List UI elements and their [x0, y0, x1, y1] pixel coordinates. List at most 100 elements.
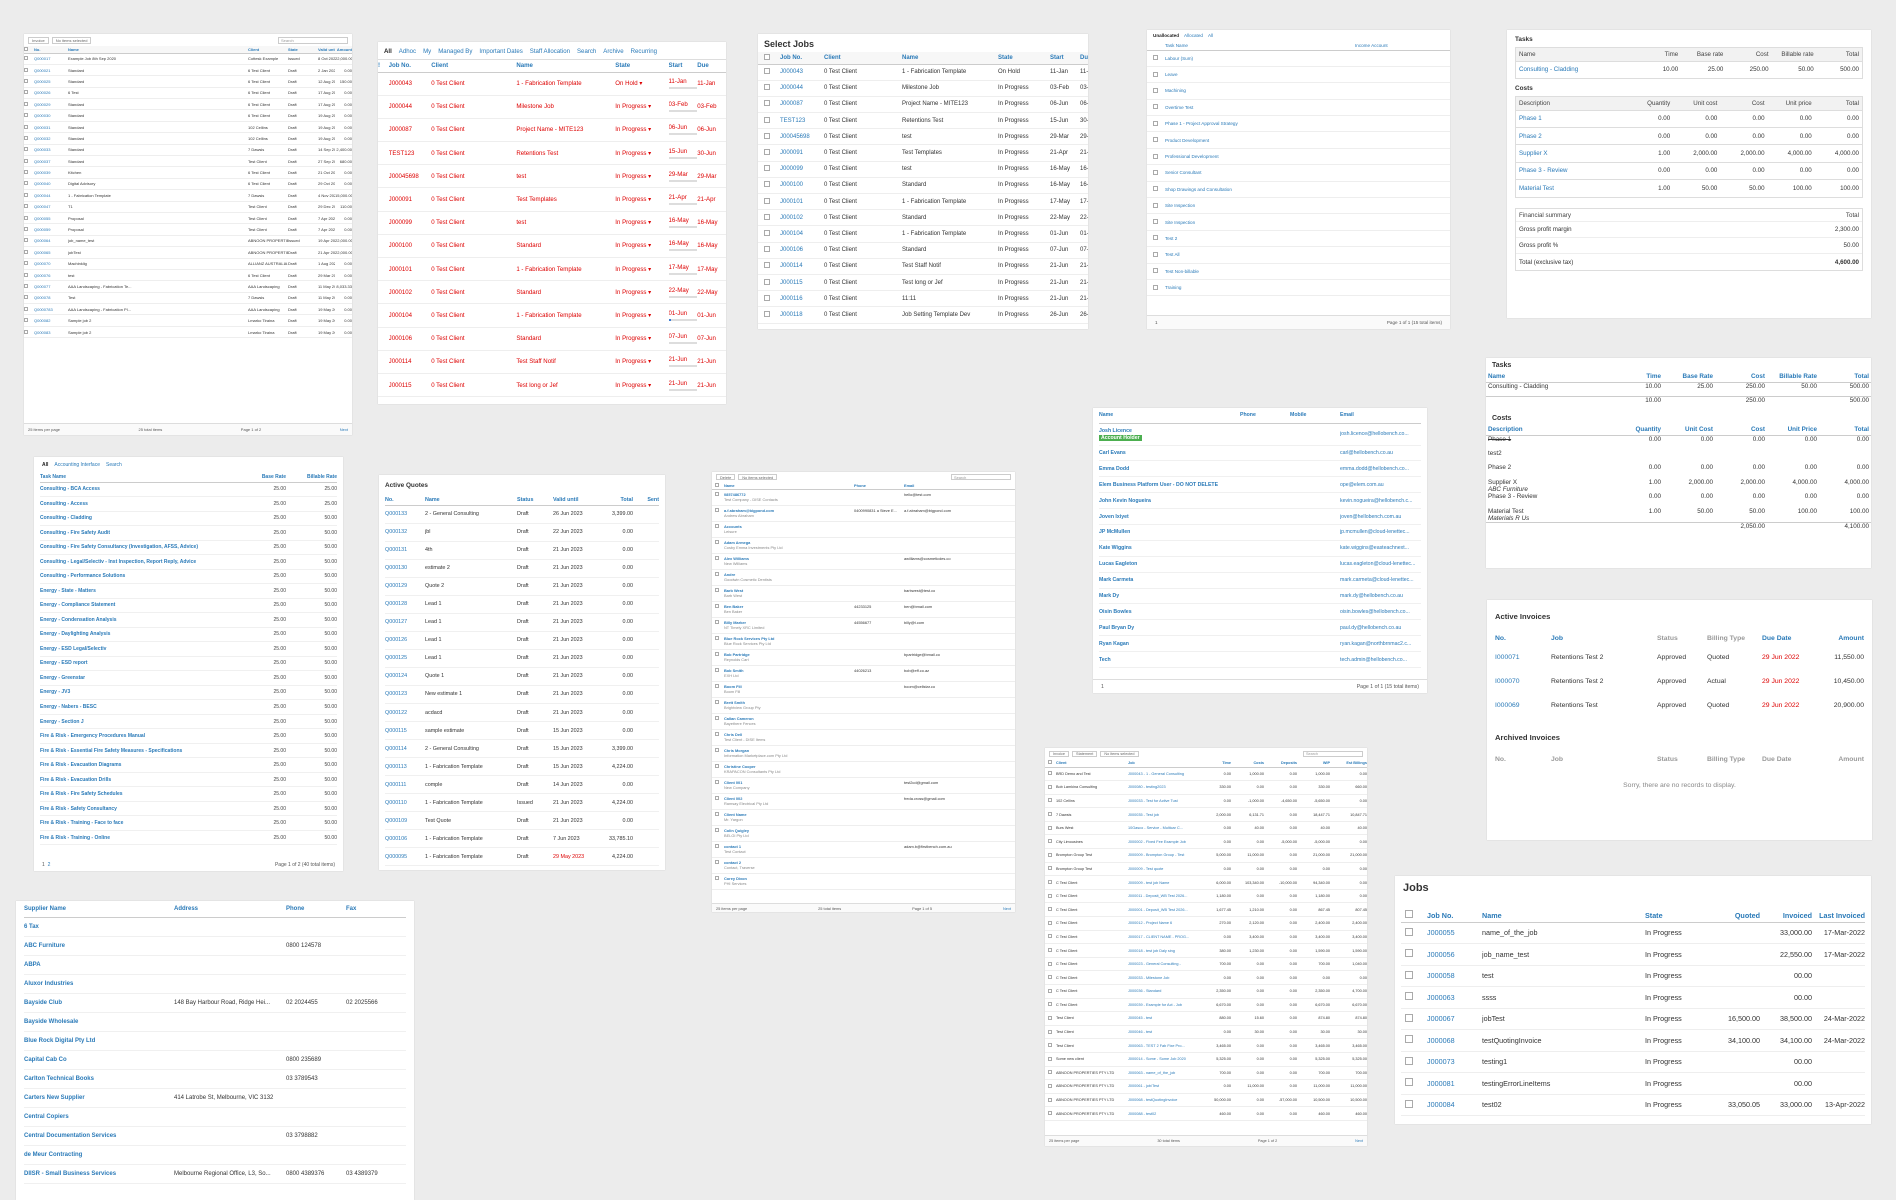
checkbox[interactable]	[24, 78, 28, 83]
checkbox[interactable]	[1048, 975, 1052, 980]
table-row[interactable]: Q000065jobTestABNOON PROPERTIES PTY LTDD…	[24, 246, 352, 259]
staff-email[interactable]: ryan.kagan@northbrnmac2.c...	[1340, 635, 1421, 653]
table-row[interactable]: Phase 1 - Project Approval Strategy	[1147, 115, 1450, 133]
column-header[interactable]: Quantity	[1611, 424, 1663, 436]
table-row[interactable]: Q0000783 AAA Landscaping - Fabrication Pl…	[24, 303, 352, 316]
table-row[interactable]: Andre Goodwin Cosmetic Dentists	[712, 569, 1015, 586]
column-header[interactable]: No.	[385, 495, 425, 506]
job-number[interactable]: J000044	[388, 95, 432, 119]
table-row[interactable]: Q000044 1 - Fabrication Template 7 Dawsis D…	[24, 189, 352, 202]
table-row[interactable]: Oisin Bowles oisin.bowles@hellobench.co..…	[1099, 603, 1421, 621]
row-checkbox[interactable]	[712, 649, 724, 666]
row-checkbox[interactable]	[712, 617, 724, 634]
table-row[interactable]: Test 2	[1147, 230, 1450, 248]
row-checkbox[interactable]	[1045, 767, 1056, 782]
table-row[interactable]: J000043 0 Test Client 1 - Fabrication Temp…	[758, 64, 1088, 81]
job-name[interactable]: Test Staff Notif	[516, 350, 616, 374]
job-name[interactable]: Test Templates	[516, 187, 616, 212]
table-row[interactable]: C Test Client J000017 - CLIENT NAME - PRO…	[1045, 930, 1367, 945]
table-row[interactable]: Q000025 Standard 6 Test Client Draft 12 Aug …	[24, 75, 352, 88]
job-number[interactable]: J000087	[388, 118, 432, 143]
column-header[interactable]: Supplier Name	[24, 901, 174, 918]
table-row[interactable]: C Test Client J000011 - Deposit_WB Test 2…	[1045, 889, 1367, 904]
checkbox[interactable]	[24, 204, 28, 209]
column-header[interactable]: Name	[425, 495, 517, 506]
table-row[interactable]: J000055 name_of_the_job In Progress 33,000.…	[1401, 922, 1865, 944]
checkbox[interactable]	[1048, 1111, 1052, 1116]
chevron-down-icon[interactable]: ▾	[646, 219, 651, 226]
checkbox[interactable]	[1405, 992, 1413, 1001]
supplier-name[interactable]: de Meur Contracting	[24, 1145, 174, 1166]
job-state[interactable]: In Progress ▾	[615, 95, 669, 119]
table-row[interactable]: Q000126 Lead 1 Draft 21 Jun 2023 0.00	[385, 631, 659, 650]
table-row[interactable]: J000056 job_name_test In Progress 22,550.00…	[1401, 943, 1865, 966]
tab-accounting-interface[interactable]: Accounting Interface	[54, 462, 100, 468]
table-row[interactable]: J000067 jobTest In Progress 16,500.00 38,500…	[1401, 1008, 1865, 1030]
checkbox[interactable]	[1048, 1097, 1052, 1102]
items-per-page[interactable]: 25 items per page	[716, 906, 747, 911]
table-row[interactable]: J000114 0 Test Client Test Staff Notif In P…	[378, 350, 726, 374]
row-checkbox[interactable]	[712, 793, 724, 810]
checkbox[interactable]	[715, 843, 719, 848]
supplier-name[interactable]: Bayside Wholesale	[24, 1012, 174, 1032]
staff-name-cell[interactable]: Elem Business Platform User - DO NOT DEL…	[1099, 476, 1240, 494]
table-row[interactable]: Q000017 Example Job 8th Sep 2020 Cottesk E…	[24, 53, 352, 65]
quote-number[interactable]: Q000124	[385, 667, 425, 686]
task-name[interactable]: Energy - Greenstar	[40, 670, 235, 686]
task-name[interactable]: Product Development	[1165, 131, 1355, 149]
contact-name-cell[interactable]: Barb West Barb West	[724, 585, 854, 602]
checkbox[interactable]	[1048, 1002, 1052, 1007]
table-row[interactable]: Test All	[1147, 246, 1450, 264]
table-row[interactable]: J000102 0 Test Client Standard In Progress …	[378, 280, 726, 305]
row-checkbox[interactable]	[1045, 834, 1056, 850]
chevron-down-icon[interactable]: ▾	[646, 312, 651, 319]
table-row[interactable]: Lucas Eagleton lucas.eagleton@cloud-lenet…	[1099, 556, 1421, 573]
job-number[interactable]: TEST123	[780, 112, 824, 130]
row-checkbox[interactable]	[712, 841, 724, 858]
contact-name-cell[interactable]: contact 1 Test Contact	[724, 841, 854, 858]
checkbox[interactable]	[1153, 268, 1158, 274]
quote-number[interactable]: Q000122	[385, 703, 425, 723]
row-checkbox[interactable]	[1401, 922, 1427, 944]
column-header[interactable]: WIP	[1297, 759, 1330, 768]
quote-number[interactable]: Q000115	[385, 721, 425, 741]
checkbox[interactable]	[1153, 153, 1158, 159]
checkbox[interactable]	[24, 135, 28, 140]
checkbox[interactable]	[1048, 798, 1052, 803]
checkbox[interactable]	[715, 555, 719, 560]
checkbox[interactable]	[715, 491, 719, 496]
job-name[interactable]: J000088 - test02	[1128, 1106, 1198, 1121]
table-row[interactable]: Energy - ESD report 25.00 50.00	[40, 656, 337, 672]
checkbox[interactable]	[24, 295, 28, 300]
row-checkbox[interactable]	[24, 155, 34, 168]
invoice-number[interactable]: I000071	[1495, 645, 1551, 669]
row-checkbox[interactable]	[24, 201, 34, 213]
column-header[interactable]: No.	[34, 46, 68, 54]
checkbox[interactable]	[715, 779, 719, 784]
tab-all[interactable]: All	[1208, 33, 1213, 38]
contact-name-cell[interactable]: Andre Goodwin Cosmetic Dentists	[724, 569, 854, 586]
checkbox[interactable]	[1153, 120, 1158, 126]
table-row[interactable]: J000102 0 Test Client Standard In Progress 2…	[758, 209, 1088, 227]
checkbox[interactable]	[1048, 907, 1052, 912]
job-name[interactable]: Standard	[516, 327, 616, 351]
next-page-link[interactable]: Next	[1003, 906, 1011, 911]
table-row[interactable]: J000106 0 Test Client Standard In Progress …	[378, 327, 726, 351]
checkbox[interactable]	[1153, 169, 1158, 175]
row-checkbox[interactable]	[1147, 246, 1165, 264]
checkbox[interactable]	[1048, 880, 1052, 885]
contact-name-cell[interactable]: Boom Fill Boom Fill	[724, 681, 854, 698]
quote-number[interactable]: Q000064	[34, 235, 68, 248]
checkbox[interactable]	[715, 795, 719, 800]
table-row[interactable]: 7 Dawsis J000035 - Test job 2,000.00 6,131.…	[1045, 807, 1367, 822]
checkbox[interactable]	[24, 284, 28, 288]
checkbox[interactable]	[1405, 949, 1413, 958]
quote-number[interactable]: Q000077	[34, 280, 68, 293]
tab-all[interactable]: All	[384, 48, 392, 55]
table-row[interactable]: Q000029 Standard 6 Test Client Draft 17 Aug …	[24, 98, 352, 111]
table-row[interactable]: Brett Smith Brightview Group Pty	[712, 697, 1015, 714]
supplier-name[interactable]: Central Copiers	[24, 1107, 174, 1128]
staff-name-cell[interactable]: Oisin Bowles	[1099, 603, 1240, 621]
table-row[interactable]: Kate Wiggins kate.wiggins@easteachnext...	[1099, 540, 1421, 557]
checkbox[interactable]	[715, 747, 719, 752]
